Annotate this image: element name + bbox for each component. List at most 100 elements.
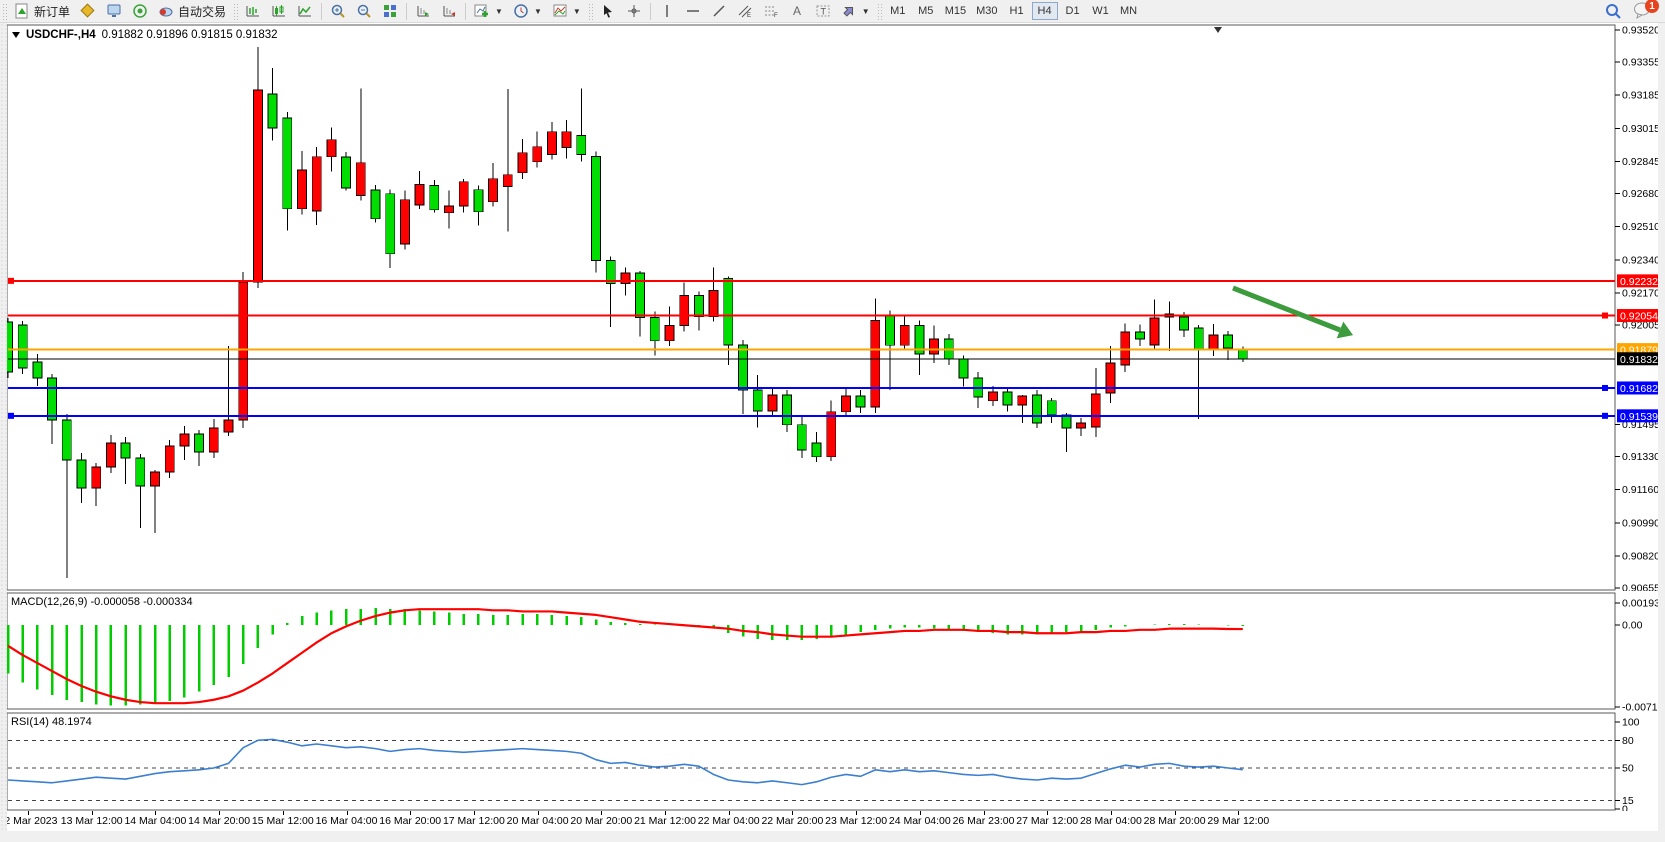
candle	[209, 428, 218, 452]
rsi-plot-border	[7, 713, 1615, 810]
chevron-down-icon: ▼	[534, 7, 542, 16]
quotes-button[interactable]	[75, 1, 101, 21]
fibonacci-button[interactable]: F	[758, 1, 784, 21]
timeframe-h1[interactable]: H1	[1004, 2, 1030, 20]
timeframe-d1[interactable]: D1	[1060, 2, 1086, 20]
candle	[180, 434, 189, 446]
search-button[interactable]	[1599, 1, 1627, 21]
date-label: 20 Mar 20:00	[570, 815, 632, 827]
line-handle[interactable]	[1602, 413, 1608, 419]
shapes-icon	[841, 3, 857, 19]
candle	[665, 325, 674, 340]
line-handle[interactable]	[8, 413, 14, 419]
price-label-badge-text: 0.92054	[1620, 311, 1658, 323]
line-handle[interactable]	[1602, 313, 1608, 319]
date-label: 21 Mar 12:00	[634, 815, 696, 827]
candle	[533, 147, 542, 162]
new-order-button[interactable]: 新订单	[9, 1, 75, 21]
template-button[interactable]: ▼	[547, 1, 586, 21]
period-button[interactable]: ▼	[508, 1, 547, 21]
date-label: 17 Mar 12:00	[443, 815, 505, 827]
sound-button[interactable]	[127, 1, 153, 21]
candle	[739, 345, 748, 390]
candle	[195, 434, 204, 452]
line-chart-button[interactable]	[292, 1, 318, 21]
notifications-button[interactable]: 1	[1633, 1, 1655, 21]
candle	[327, 140, 336, 157]
hline-button[interactable]	[680, 1, 706, 21]
price-tick-label: 0.90990	[1622, 517, 1660, 529]
zoom-out-button[interactable]	[351, 1, 377, 21]
toolbar-grip[interactable]	[233, 3, 238, 20]
timeframe-m1[interactable]: M1	[885, 2, 911, 20]
trendline-button[interactable]	[706, 1, 732, 21]
toolbar-grip[interactable]	[877, 3, 882, 20]
bar-chart-button[interactable]	[240, 1, 266, 21]
one-click-trading-toggle-icon[interactable]	[12, 32, 20, 38]
autotrade-button[interactable]: 自动交易	[153, 1, 231, 21]
macd-indicator-panel[interactable]: 0.0019380.00-0.007132	[0, 592, 1665, 711]
zoom-in-button[interactable]	[325, 1, 351, 21]
date-label: 27 Mar 12:00	[1016, 815, 1078, 827]
date-tick	[729, 811, 730, 815]
line-handle[interactable]	[1602, 385, 1608, 391]
autotrade-label: 自动交易	[178, 3, 226, 20]
profile-next-button[interactable]	[410, 1, 436, 21]
window-bottom-scroll-area[interactable]	[0, 831, 1665, 842]
date-label: 24 Mar 04:00	[889, 815, 951, 827]
autotrade-icon	[158, 3, 174, 19]
main-price-chart[interactable]: 0.935200.933550.931850.930150.928450.926…	[0, 24, 1665, 591]
date-tick	[792, 811, 793, 815]
candle	[797, 425, 806, 450]
channel-button[interactable]: E	[732, 1, 758, 21]
timeframe-w1[interactable]: W1	[1088, 2, 1114, 20]
shapes-button[interactable]: ▼	[836, 1, 875, 21]
toolbar-grip[interactable]	[588, 3, 593, 20]
candle	[1003, 392, 1012, 405]
vline-icon	[659, 3, 675, 19]
price-tick-label: 0.93015	[1622, 123, 1660, 135]
candle	[283, 118, 292, 209]
toolbar-grip[interactable]	[2, 3, 7, 20]
candlestick-button[interactable]	[266, 1, 292, 21]
timeframe-mn[interactable]: MN	[1116, 2, 1142, 20]
timeframe-m15[interactable]: M15	[941, 2, 970, 20]
date-label: 22 Mar 04:00	[698, 815, 760, 827]
search-icon	[1604, 2, 1622, 20]
svg-text:F: F	[774, 13, 778, 19]
period-icon	[513, 3, 529, 19]
date-label: 12 Mar 2023	[0, 815, 57, 827]
candle	[680, 295, 689, 325]
add-indicator-button[interactable]: ▼	[469, 1, 508, 21]
cursor-button[interactable]	[595, 1, 621, 21]
label-button[interactable]: T	[810, 1, 836, 21]
profile-prev-button[interactable]	[436, 1, 462, 21]
line-handle[interactable]	[8, 278, 14, 284]
time-axis[interactable]: 12 Mar 202313 Mar 12:0014 Mar 04:0014 Ma…	[0, 811, 1665, 831]
candle	[224, 420, 233, 432]
timeframe-m30[interactable]: M30	[972, 2, 1001, 20]
timeframe-m5[interactable]: M5	[913, 2, 939, 20]
date-tick	[92, 811, 93, 815]
candle	[753, 390, 762, 411]
candle	[1150, 318, 1159, 345]
candle	[92, 467, 101, 488]
cursor-icon	[600, 3, 616, 19]
date-tick	[283, 811, 284, 815]
vline-button[interactable]	[654, 1, 680, 21]
depth-button[interactable]	[101, 1, 127, 21]
chart-symbol-period: USDCHF-,H4	[26, 29, 96, 41]
rsi-indicator-panel[interactable]: 1008050150	[0, 712, 1665, 811]
candle	[386, 194, 395, 254]
tile-windows-button[interactable]	[377, 1, 403, 21]
price-label-badge-text: 0.92232	[1620, 276, 1658, 288]
timeframe-h4[interactable]: H4	[1032, 2, 1058, 20]
candle	[474, 190, 483, 212]
timeframe-group: M1M5M15M30H1H4D1W1MN	[884, 2, 1143, 20]
candle	[298, 170, 307, 209]
candle	[636, 273, 645, 317]
price-tick-label: 0.92170	[1622, 287, 1660, 299]
date-tick	[1238, 811, 1239, 815]
text-button[interactable]: A	[784, 1, 810, 21]
crosshair-button[interactable]	[621, 1, 647, 21]
